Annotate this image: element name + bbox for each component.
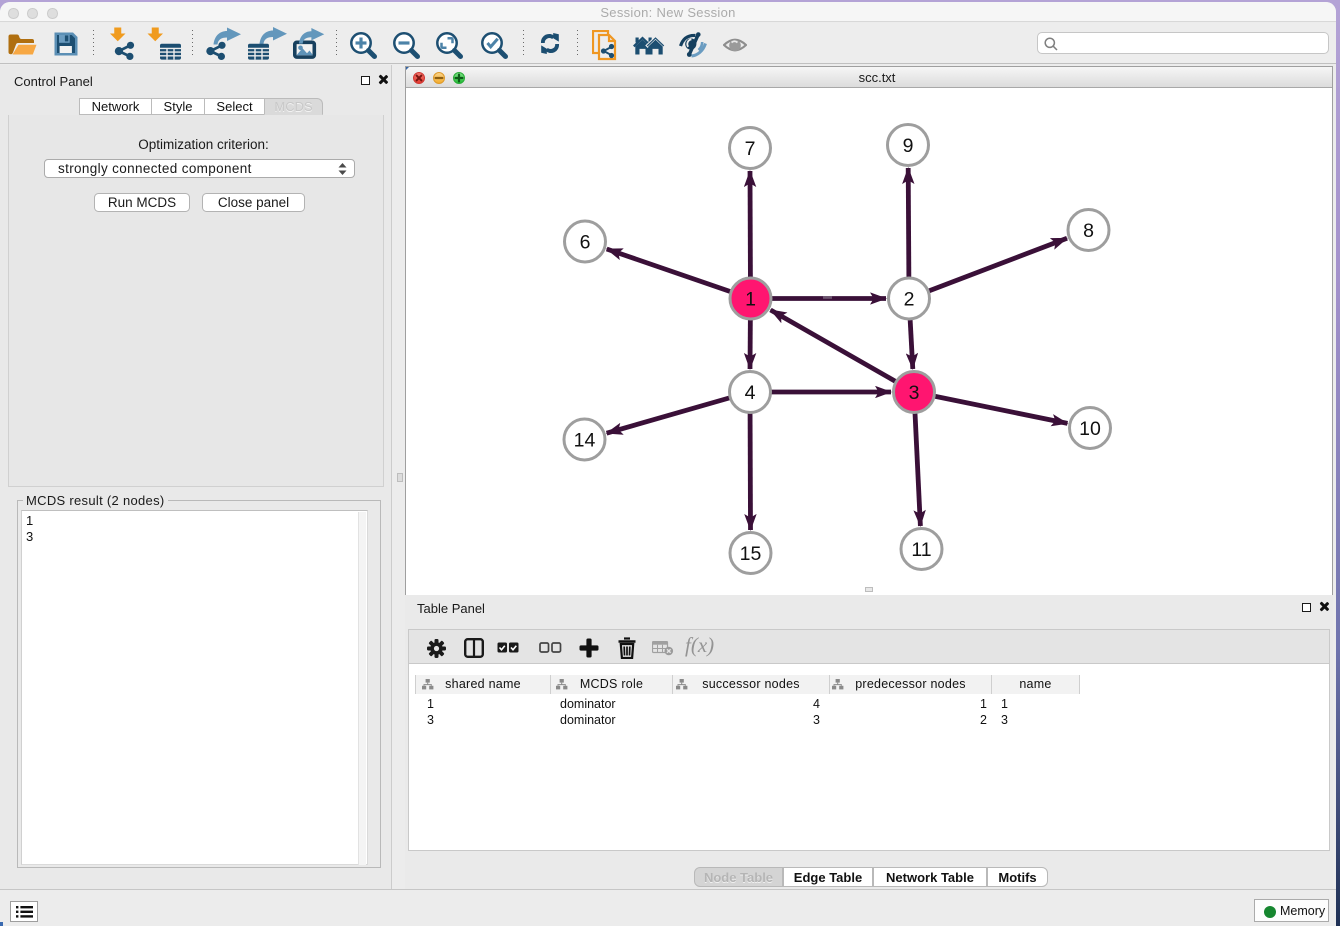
svg-text:11: 11	[911, 539, 931, 561]
svg-text:14: 14	[574, 430, 596, 452]
svg-text:4: 4	[745, 382, 756, 404]
svg-text:7: 7	[745, 138, 756, 160]
svg-text:2: 2	[904, 289, 915, 311]
svg-text:8: 8	[1083, 220, 1094, 242]
svg-text:6: 6	[580, 232, 591, 254]
svg-text:1: 1	[745, 289, 756, 311]
svg-text:9: 9	[903, 135, 914, 157]
svg-text:10: 10	[1079, 418, 1101, 440]
svg-text:15: 15	[740, 543, 762, 565]
svg-text:3: 3	[909, 382, 920, 404]
